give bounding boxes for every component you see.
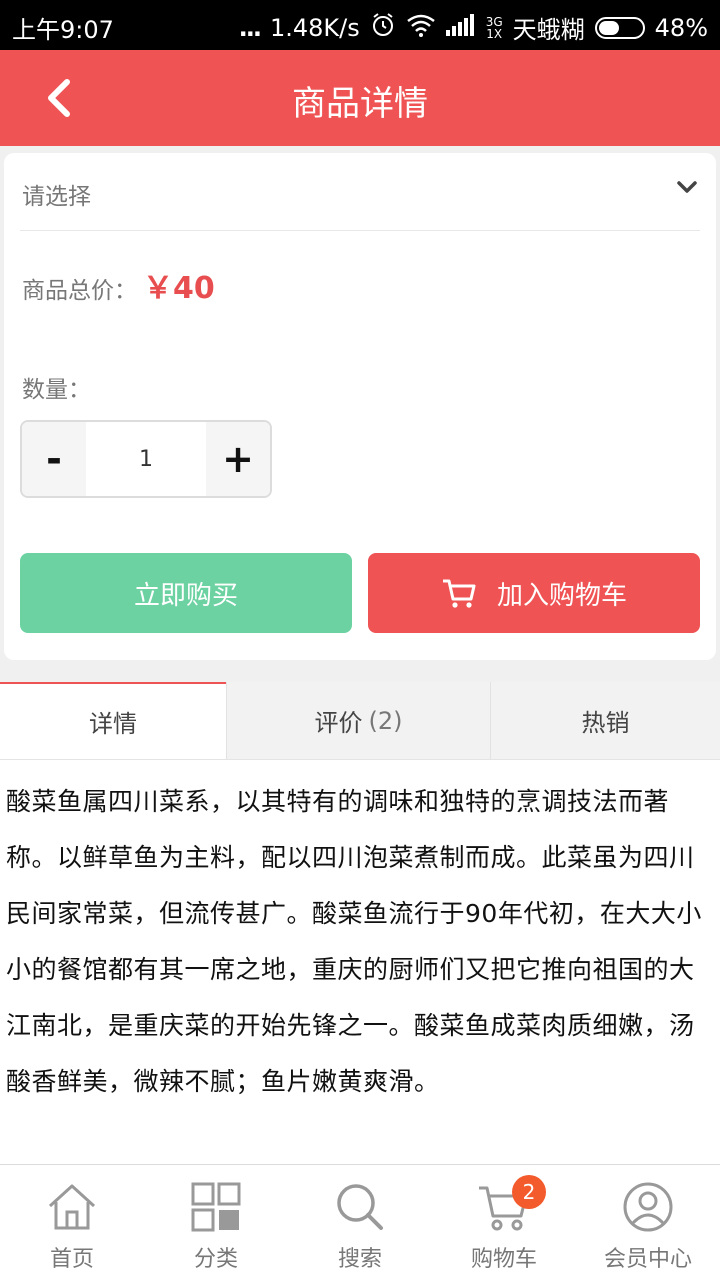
quantity-decrease-button[interactable]: - (22, 422, 86, 496)
network-type: 3G 1X (486, 16, 503, 40)
tab-reviews-count: (2) (368, 706, 403, 735)
add-to-cart-button[interactable]: 加入购物车 (368, 553, 700, 633)
add-to-cart-label: 加入购物车 (496, 580, 627, 611)
search-icon (332, 1179, 388, 1235)
alarm-icon (370, 12, 396, 44)
cart-count-badge: 2 (512, 1175, 546, 1209)
quantity-input[interactable]: 1 (86, 422, 206, 496)
spec-select-placeholder: 请选择 (22, 184, 91, 210)
quantity-stepper: - 1 + (20, 420, 272, 498)
battery-icon (594, 16, 645, 39)
tab-hot-sales[interactable]: 热销 (490, 682, 720, 759)
buy-now-label: 立即购买 (133, 580, 238, 611)
detail-tabs: 详情 评价 (2) 热销 (0, 682, 720, 760)
quantity-increase-button[interactable]: + (206, 422, 270, 496)
tab-hot-sales-label: 热销 (581, 709, 630, 737)
app-header: 商品详情 (0, 50, 720, 146)
chevron-down-icon (676, 179, 698, 199)
battery-level: 48% (654, 13, 708, 42)
nav-home[interactable]: 首页 (0, 1165, 144, 1280)
tab-reviews-label: 评价 (314, 709, 363, 737)
status-dots: ... (238, 13, 262, 42)
category-grid-icon (188, 1179, 244, 1235)
nav-search[interactable]: 搜索 (288, 1165, 432, 1280)
wifi-icon (406, 13, 436, 43)
tab-details-label: 详情 (89, 710, 137, 738)
status-time: 上午9:07 (12, 16, 114, 44)
user-icon (620, 1179, 676, 1235)
nav-member-center[interactable]: 会员中心 (576, 1165, 720, 1280)
price-value: ￥40 (143, 271, 215, 306)
buy-now-button[interactable]: 立即购买 (20, 553, 352, 633)
nav-category[interactable]: 分类 (144, 1165, 288, 1280)
bottom-nav: 首页 分类 搜索 2 购物车 会员中心 (0, 1164, 720, 1280)
nav-home-label: 首页 (49, 1247, 94, 1272)
nav-cart[interactable]: 2 购物车 (432, 1165, 576, 1280)
price-label: 商品总价： (22, 278, 137, 304)
spec-select[interactable]: 请选择 (20, 153, 700, 231)
cart-icon (442, 579, 476, 608)
product-description: 酸菜鱼属四川菜系，以其特有的调味和独特的烹调技法而著称。以鲜草鱼为主料，配以四川… (0, 760, 720, 1164)
home-icon (44, 1179, 100, 1235)
price-row: 商品总价： ￥40 (22, 263, 215, 307)
signal-icon (445, 13, 476, 42)
net-speed: 1.48K/s (269, 13, 360, 42)
nav-category-label: 分类 (193, 1247, 238, 1272)
network-type-bottom: 1X (486, 26, 503, 41)
nav-cart-label: 购物车 (470, 1247, 537, 1272)
quantity-label: 数量： (22, 377, 91, 403)
carrier-name: 天蛾糊 (512, 16, 585, 44)
nav-search-label: 搜索 (337, 1247, 382, 1272)
tab-details[interactable]: 详情 (0, 682, 226, 759)
nav-member-center-label: 会员中心 (603, 1247, 692, 1272)
status-bar: 上午9:07 ... 1.48K/s 3G 1X 天蛾糊 48% (0, 0, 720, 50)
status-right: ... 1.48K/s 3G 1X 天蛾糊 48% (239, 10, 708, 45)
tab-reviews[interactable]: 评价 (2) (226, 682, 490, 759)
product-options-card: 请选择 商品总价： ￥40 数量： - 1 + 立即购买 加入购物车 (4, 153, 716, 660)
page-title: 商品详情 (292, 84, 428, 124)
